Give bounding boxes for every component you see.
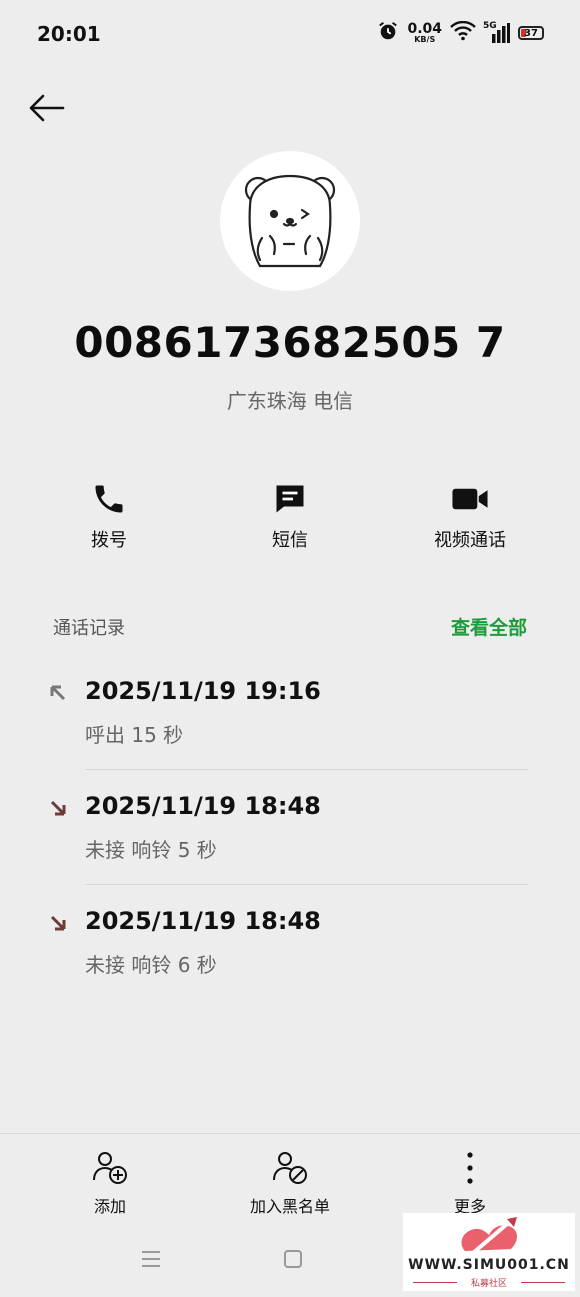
missed-call-icon	[48, 913, 68, 937]
status-bar: 20:01 0.04 KB/S 5G 37	[0, 0, 580, 68]
contact-actions: 拨号 短信 视频通话	[0, 478, 580, 558]
battery-level: 37	[524, 27, 538, 39]
phone-number: 0086173682505 7	[74, 318, 506, 367]
speed-unit: KB/S	[414, 35, 436, 44]
speed-value: 0.04	[407, 21, 442, 37]
video-call-label: 视频通话	[434, 530, 506, 551]
status-time: 20:01	[37, 22, 101, 46]
call-datetime: 2025/11/19 18:48	[85, 907, 321, 935]
block-person-icon	[271, 1148, 309, 1188]
sms-button[interactable]: 短信	[220, 478, 360, 552]
add-contact-button[interactable]: 添加	[30, 1148, 190, 1217]
view-all-link[interactable]: 查看全部	[451, 613, 527, 640]
watermark-logo: WWW.SIMU001.CN 私募社区	[403, 1213, 575, 1291]
status-icons: 0.04 KB/S 5G 37	[377, 20, 544, 46]
video-call-button[interactable]: 视频通话	[400, 478, 540, 552]
call-datetime: 2025/11/19 18:48	[85, 792, 321, 820]
bear-avatar-icon	[244, 174, 336, 268]
call-record[interactable]: 2025/11/19 18:48 未接 响铃 6 秒	[0, 885, 580, 1000]
alarm-icon	[377, 20, 399, 46]
phone-icon	[91, 478, 127, 520]
call-detail: 呼出 15 秒	[85, 723, 184, 747]
signal-icon: 5G	[483, 21, 510, 43]
call-detail: 未接 响铃 6 秒	[85, 953, 217, 977]
dial-label: 拨号	[91, 530, 127, 551]
menu-icon	[142, 1251, 160, 1267]
dial-button[interactable]: 拨号	[39, 478, 179, 552]
back-button[interactable]	[26, 90, 66, 126]
watermark-text: WWW.SIMU001.CN	[408, 1257, 570, 1273]
call-log-list: 2025/11/19 19:16 呼出 15 秒 2025/11/19 18:4…	[0, 655, 580, 1000]
more-vertical-icon	[465, 1148, 475, 1188]
contact-avatar[interactable]	[220, 151, 360, 291]
missed-call-icon	[48, 798, 68, 822]
call-record[interactable]: 2025/11/19 19:16 呼出 15 秒	[0, 655, 580, 770]
arrow-left-icon	[29, 94, 65, 122]
add-contact-label: 添加	[93, 1197, 126, 1216]
block-number-button[interactable]: 加入黑名单	[210, 1148, 370, 1217]
call-log-title: 通话记录	[53, 618, 125, 639]
sms-label: 短信	[272, 530, 308, 551]
phone-location: 广东珠海 电信	[226, 389, 354, 413]
message-icon	[272, 478, 308, 520]
recent-apps-button[interactable]	[140, 1249, 162, 1273]
block-number-label: 加入黑名单	[249, 1197, 330, 1216]
network-speed: 0.04 KB/S	[407, 22, 442, 44]
call-detail: 未接 响铃 5 秒	[85, 838, 217, 862]
add-person-icon	[91, 1148, 129, 1188]
network-type: 5G	[483, 21, 497, 31]
outgoing-call-icon	[48, 683, 68, 707]
bottom-divider	[0, 1133, 580, 1134]
more-button[interactable]: 更多	[390, 1148, 550, 1217]
call-record[interactable]: 2025/11/19 18:48 未接 响铃 5 秒	[0, 770, 580, 885]
home-button[interactable]	[284, 1250, 302, 1268]
video-camera-icon	[451, 478, 489, 520]
logo-icon	[461, 1217, 517, 1255]
call-datetime: 2025/11/19 19:16	[85, 677, 321, 705]
battery-icon: 37	[518, 26, 544, 40]
wifi-icon	[450, 20, 476, 45]
